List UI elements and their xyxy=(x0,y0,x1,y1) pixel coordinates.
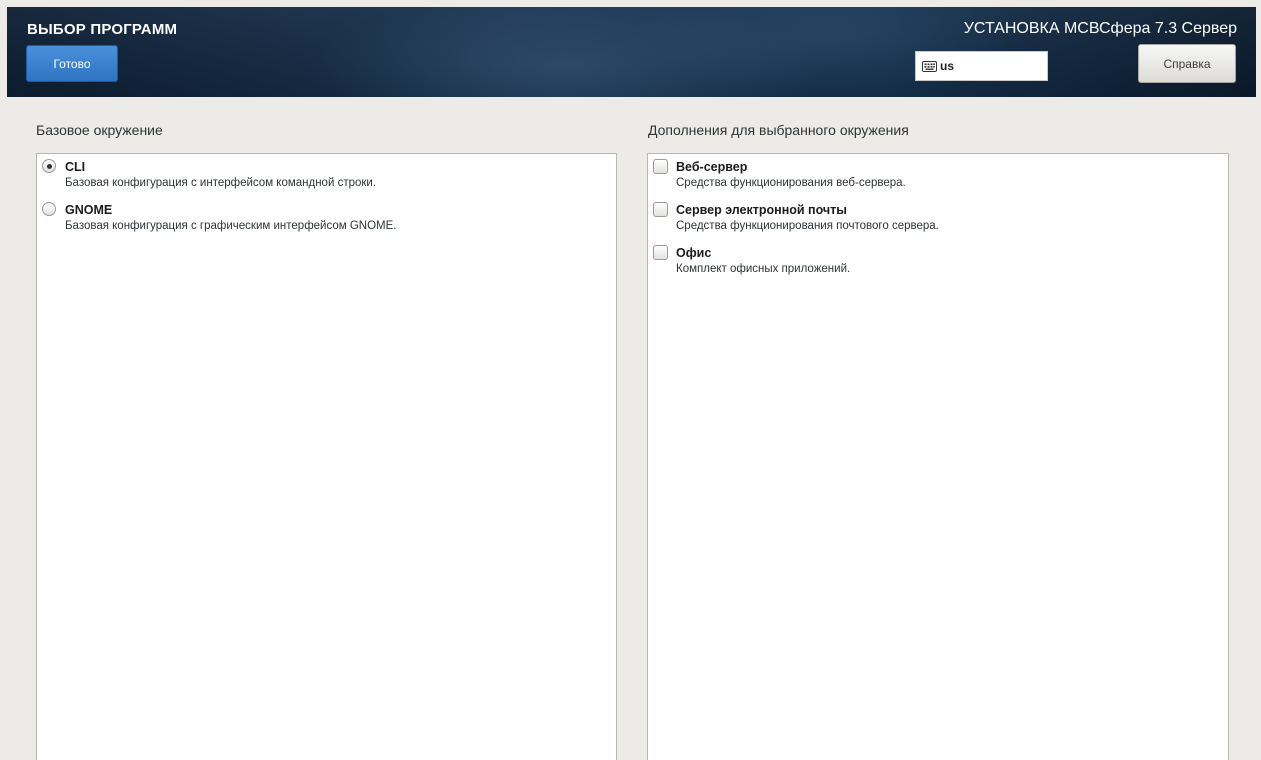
spoke-header: ВЫБОР ПРОГРАММ Готово УСТАНОВКА МСВСфера… xyxy=(7,7,1256,97)
addon-option-mail-server[interactable]: Сервер электронной почты Средства функци… xyxy=(648,197,1228,243)
addon-description: Средства функционирования почтового серв… xyxy=(676,220,939,232)
keyboard-layout-label: us xyxy=(940,59,955,73)
checkbox-mail-server[interactable] xyxy=(653,202,668,217)
environment-name: GNOME xyxy=(65,203,113,217)
environment-description: Базовая конфигурация с графическим интер… xyxy=(65,220,397,232)
help-button[interactable]: Справка xyxy=(1138,44,1236,83)
radio-button-gnome[interactable] xyxy=(42,202,56,216)
addon-name: Веб-сервер xyxy=(676,160,748,174)
environment-description: Базовая конфигурация с интерфейсом коман… xyxy=(65,177,377,189)
spoke-title: ВЫБОР ПРОГРАММ xyxy=(27,21,178,38)
base-environment-list: CLI Базовая конфигурация с интерфейсом к… xyxy=(36,153,617,760)
addons-heading: Дополнения для выбранного окружения xyxy=(648,122,909,138)
addon-option-office[interactable]: Офис Комплект офисных приложений. xyxy=(648,240,1228,286)
addons-list: Веб-сервер Средства функционирования веб… xyxy=(647,153,1229,760)
addon-name: Офис xyxy=(676,246,712,260)
product-title: УСТАНОВКА МСВСфера 7.3 Сервер xyxy=(963,20,1237,37)
addon-description: Комплект офисных приложений. xyxy=(676,263,851,275)
checkbox-office[interactable] xyxy=(653,245,668,260)
checkbox-web-server[interactable] xyxy=(653,159,668,174)
addon-description: Средства функционирования веб-сервера. xyxy=(676,177,906,189)
base-environment-heading: Базовое окружение xyxy=(36,122,163,138)
radio-button-cli[interactable] xyxy=(42,159,56,173)
environment-option-cli[interactable]: CLI Базовая конфигурация с интерфейсом к… xyxy=(37,154,616,200)
done-button[interactable]: Готово xyxy=(26,45,118,82)
addon-option-web-server[interactable]: Веб-сервер Средства функционирования веб… xyxy=(648,154,1228,200)
keyboard-icon xyxy=(922,60,937,72)
keyboard-layout-indicator[interactable]: us xyxy=(915,51,1048,81)
addon-name: Сервер электронной почты xyxy=(676,203,847,217)
environment-name: CLI xyxy=(65,160,86,174)
environment-option-gnome[interactable]: GNOME Базовая конфигурация с графическим… xyxy=(37,197,616,243)
installer-window: ВЫБОР ПРОГРАММ Готово УСТАНОВКА МСВСфера… xyxy=(0,0,1261,760)
